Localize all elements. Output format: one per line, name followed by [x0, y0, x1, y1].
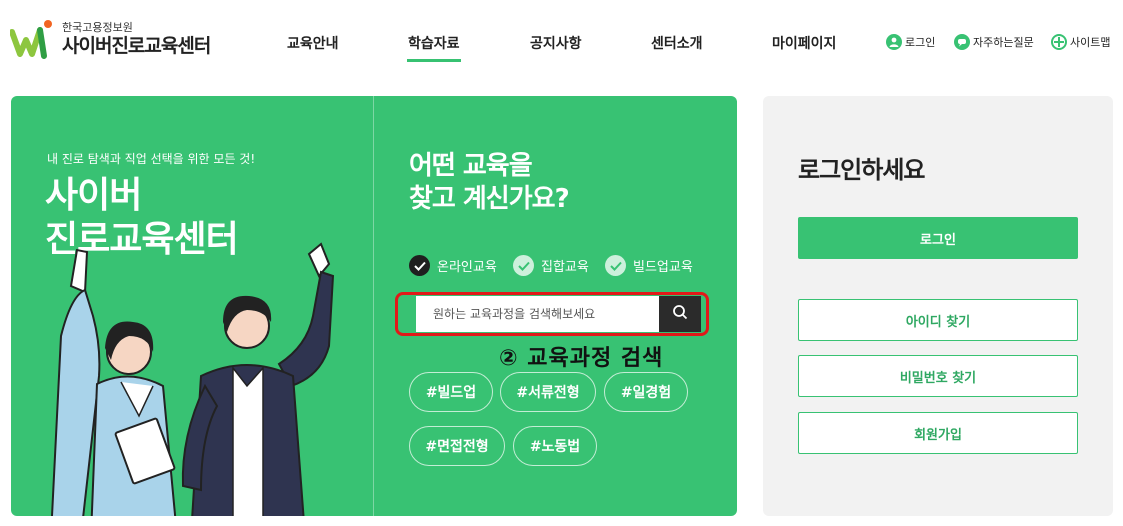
check-off-icon — [605, 255, 626, 276]
signup-button[interactable]: 회원가입 — [798, 412, 1078, 454]
hero-divider — [373, 96, 374, 516]
finder-title: 어떤 교육을 찾고 계신가요? — [409, 150, 570, 216]
util-login-label: 로그인 — [905, 36, 936, 49]
search-button[interactable] — [659, 296, 701, 332]
hero-subtitle: 내 진로 탐색과 직업 선택을 위한 모든 것! — [47, 152, 256, 166]
util-sitemap-link[interactable]: 사이트맵 — [1051, 34, 1110, 50]
option-label: 온라인교육 — [437, 260, 497, 275]
logo-site-name: 사이버진로교육센터 — [62, 34, 211, 57]
logo-org-name: 한국고용정보원 — [62, 20, 133, 34]
nav-item-learning-materials[interactable]: 학습자료 — [407, 33, 461, 62]
util-faq-label: 자주하는질문 — [973, 36, 1034, 49]
login-button[interactable]: 로그인 — [798, 217, 1078, 259]
option-online-education[interactable]: 온라인교육 — [409, 255, 497, 276]
find-password-button[interactable]: 비밀번호 찾기 — [798, 355, 1078, 397]
hero-panel: 내 진로 탐색과 직업 선택을 위한 모든 것! 사이버 진로교육센터 어떤 교… — [11, 96, 737, 516]
option-buildup-education[interactable]: 빌드업교육 — [605, 255, 693, 276]
sitemap-icon — [1051, 34, 1067, 50]
finder-title-line2: 찾고 계신가요? — [409, 184, 570, 214]
site-logo[interactable]: 한국고용정보원 사이버진로교육센터 — [9, 18, 211, 60]
nav-item-mypage[interactable]: 마이페이지 — [772, 33, 836, 53]
find-id-button[interactable]: 아이디 찾기 — [798, 299, 1078, 341]
hero-title-line1: 사이버 — [45, 175, 142, 216]
finder-title-line1: 어떤 교육을 — [409, 151, 533, 181]
search-annotation-label: ② 교육과정 검색 — [499, 346, 664, 371]
login-panel: 로그인하세요 로그인 아이디 찾기 비밀번호 찾기 회원가입 — [763, 96, 1113, 516]
tag-document-screening[interactable]: #서류전형 — [500, 372, 596, 412]
course-search-box — [409, 296, 701, 332]
util-faq-link[interactable]: 자주하는질문 — [954, 34, 1034, 50]
check-off-icon — [513, 255, 534, 276]
check-on-icon — [409, 255, 430, 276]
nav-item-notices[interactable]: 공지사항 — [530, 33, 582, 53]
tag-work-experience[interactable]: #일경험 — [604, 372, 688, 412]
util-login-link[interactable]: 로그인 — [886, 34, 935, 50]
user-icon — [886, 34, 902, 50]
tag-interview[interactable]: #면접전형 — [409, 426, 505, 466]
util-sitemap-label: 사이트맵 — [1070, 36, 1111, 49]
option-group-education[interactable]: 집합교육 — [513, 255, 589, 276]
option-label: 빌드업교육 — [633, 260, 693, 275]
nav-item-education-guide[interactable]: 교육안내 — [287, 33, 339, 53]
hero-illustration — [41, 236, 361, 516]
logo-mark-icon — [9, 18, 56, 60]
search-icon — [672, 304, 688, 324]
option-label: 집합교육 — [541, 260, 589, 275]
chat-icon — [954, 34, 970, 50]
course-search-input[interactable] — [423, 296, 663, 332]
tag-buildup[interactable]: #빌드업 — [409, 372, 493, 412]
tag-labor-law[interactable]: #노동법 — [513, 426, 597, 466]
login-title: 로그인하세요 — [798, 156, 925, 184]
nav-item-center-intro[interactable]: 센터소개 — [651, 33, 703, 53]
site-header: 한국고용정보원 사이버진로교육센터 교육안내 학습자료 공지사항 센터소개 마이… — [0, 0, 1123, 86]
